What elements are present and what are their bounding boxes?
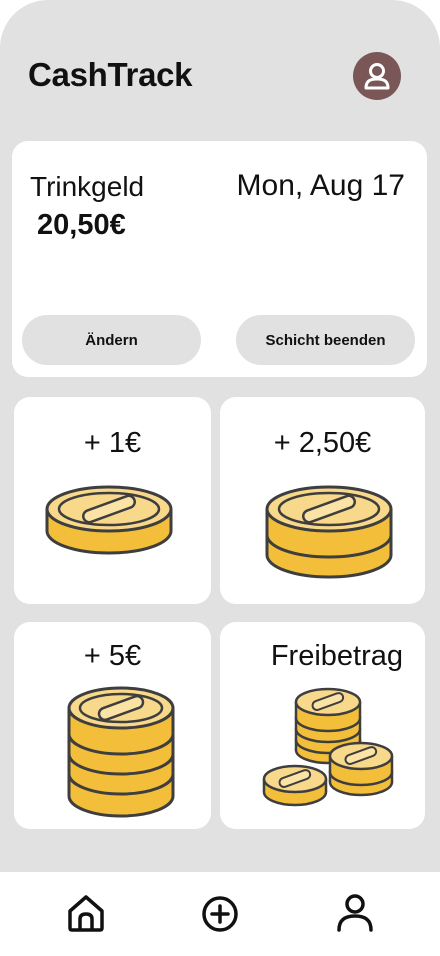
- coin-stack-icon: [265, 485, 393, 579]
- user-icon: [364, 63, 390, 90]
- nav-home[interactable]: [65, 892, 107, 934]
- add-1-euro-tile[interactable]: + 1€: [14, 397, 211, 604]
- tile-label: + 2,50€: [273, 427, 372, 459]
- coins-pile-icon: [262, 687, 394, 807]
- nav-profile[interactable]: [334, 892, 376, 934]
- shift-date: Mon, Aug 17: [236, 169, 405, 202]
- end-shift-button[interactable]: Schicht beenden: [236, 315, 415, 365]
- change-button[interactable]: Ändern: [22, 315, 201, 365]
- coin-stack-icon: [67, 686, 175, 818]
- add-2-50-euro-tile[interactable]: + 2,50€: [220, 397, 425, 604]
- home-icon: [68, 895, 104, 932]
- add-5-euro-tile[interactable]: + 5€: [14, 622, 211, 829]
- tip-amount: 20,50€: [37, 209, 126, 241]
- profile-avatar[interactable]: [353, 52, 401, 100]
- tip-label: Trinkgeld: [30, 171, 145, 202]
- coin-icon: [45, 485, 173, 555]
- nav-add[interactable]: [199, 892, 241, 934]
- phone-screen: CashTrack Trinkgeld 20,50€ Mon, Aug 17 Ä…: [0, 0, 440, 956]
- allowance-tile[interactable]: Freibetrag: [220, 622, 425, 829]
- tip-summary-card: Trinkgeld 20,50€ Mon, Aug 17 Ändern Schi…: [12, 141, 427, 377]
- tile-label: Freibetrag: [270, 640, 403, 672]
- user-icon: [337, 894, 373, 932]
- bottom-navigation: [0, 872, 440, 956]
- tile-label: + 1€: [83, 427, 142, 459]
- add-circle-icon: [202, 896, 238, 932]
- tile-label: + 5€: [83, 640, 142, 672]
- app-title: CashTrack: [28, 56, 193, 93]
